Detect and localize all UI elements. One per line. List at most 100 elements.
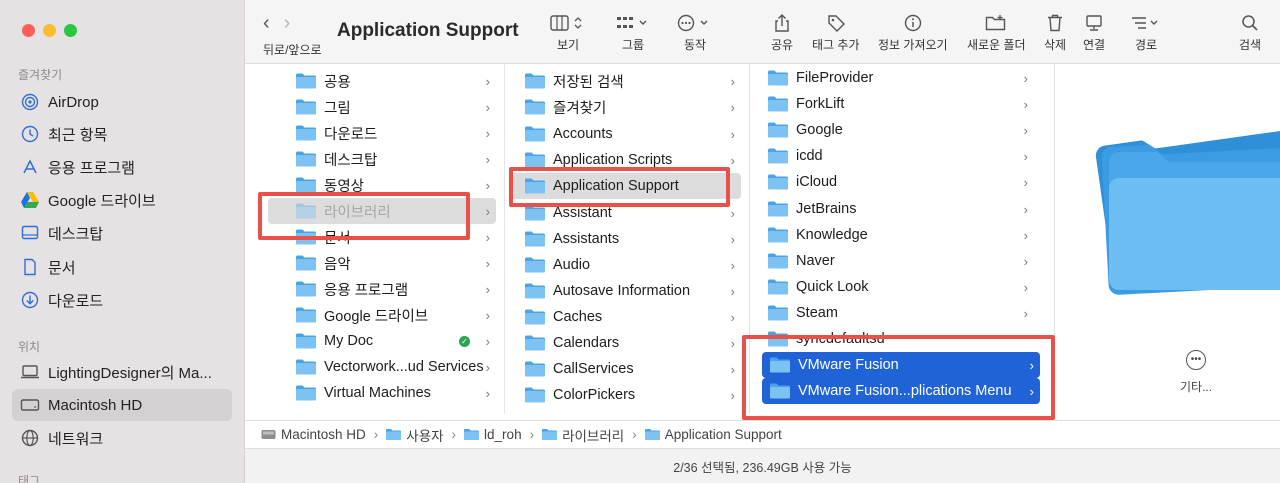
toolbar: ‹ › 뒤로/앞으로 Application Support 보기 그룹 동작 … xyxy=(245,0,1280,64)
get-info-button[interactable]: 정보 가져오기 xyxy=(878,10,948,53)
list-item[interactable]: Google › xyxy=(756,117,1046,143)
sidebar-item-google-drive[interactable]: Google 드라이브 xyxy=(12,184,232,216)
path-crumb[interactable]: › 사용자 xyxy=(366,425,444,445)
list-item[interactable]: ForkLift › xyxy=(756,91,1046,117)
folder-icon xyxy=(768,201,788,217)
connect-button[interactable]: 연결 xyxy=(1083,10,1105,53)
delete-label: 삭제 xyxy=(1044,38,1067,52)
chevron-right-icon: › xyxy=(1023,253,1028,269)
folder-icon xyxy=(525,126,545,142)
list-item[interactable]: 음악 › xyxy=(268,250,496,276)
new-folder-button[interactable]: 새로운 폴더 xyxy=(967,10,1026,53)
minimize-button[interactable] xyxy=(43,24,56,37)
sidebar-item-network[interactable]: 네트워크 xyxy=(12,422,232,454)
sidebar-item-desktop[interactable]: 데스크탑 xyxy=(12,217,232,249)
add-tag-button[interactable]: 태그 추가 xyxy=(812,10,860,53)
close-button[interactable] xyxy=(22,24,35,37)
list-item[interactable]: CallServices › xyxy=(511,356,741,382)
sidebar-item-label: 네트워크 xyxy=(48,430,104,448)
path-crumb[interactable]: Macintosh HD xyxy=(261,427,366,442)
list-item[interactable]: Quick Look › xyxy=(756,274,1046,300)
list-item[interactable]: 저장된 검색 › xyxy=(511,68,741,94)
sidebar-item-macintosh-hd[interactable]: Macintosh HD xyxy=(12,389,232,421)
path-crumb[interactable]: › ld_roh xyxy=(444,427,522,442)
list-item[interactable]: iCloud › xyxy=(756,169,1046,195)
chevron-right-icon: › xyxy=(730,152,735,168)
list-item[interactable]: 공용 › xyxy=(268,68,496,94)
folder-icon xyxy=(525,387,545,403)
list-item[interactable]: Assistants › xyxy=(511,226,741,252)
list-item[interactable]: Audio › xyxy=(511,252,741,278)
list-item[interactable]: Knowledge › xyxy=(756,222,1046,248)
sidebar-item-airdrop[interactable]: AirDrop xyxy=(12,86,232,118)
path-crumb[interactable]: › 라이브러리 xyxy=(522,425,625,445)
list-item[interactable]: 다운로드 › xyxy=(268,120,496,146)
list-item[interactable]: Virtual Machines › xyxy=(268,380,496,406)
more-button[interactable]: ••• 기타... xyxy=(1180,350,1212,395)
list-item[interactable]: Autosave Information › xyxy=(511,278,741,304)
chevron-right-icon: › xyxy=(1023,96,1028,112)
path-list-icon xyxy=(1131,10,1161,36)
folder-icon xyxy=(525,283,545,299)
chevron-right-icon: › xyxy=(730,361,735,377)
list-item[interactable]: 응용 프로그램 › xyxy=(268,276,496,302)
view-button[interactable]: 보기 xyxy=(550,10,586,53)
list-item[interactable]: Calendars › xyxy=(511,330,741,356)
list-item[interactable]: ColorPickers › xyxy=(511,382,741,408)
sidebar-item-documents[interactable]: 문서 xyxy=(12,251,232,283)
list-item[interactable]: Caches › xyxy=(511,304,741,330)
sidebar-item-label: AirDrop xyxy=(48,93,99,111)
sidebar-item-this-mac[interactable]: LightingDesigner의 Ma... xyxy=(12,356,232,388)
delete-button[interactable]: 삭제 xyxy=(1044,10,1066,53)
list-item[interactable]: Naver › xyxy=(756,248,1046,274)
list-item[interactable]: JetBrains › xyxy=(756,196,1046,222)
forward-button[interactable]: › xyxy=(284,12,291,35)
chevron-right-icon: › xyxy=(1023,122,1028,138)
sync-check-icon: ✓ xyxy=(459,335,470,347)
sidebar-item-recents[interactable]: 최근 항목 xyxy=(12,118,232,150)
list-item[interactable]: Vectorwork...ud Services › xyxy=(268,354,496,380)
folder-icon xyxy=(525,152,545,168)
sidebar-item-label: 데스크탑 xyxy=(48,225,104,243)
zoom-button[interactable] xyxy=(64,24,77,37)
folder-icon xyxy=(644,429,660,440)
chevron-right-icon: › xyxy=(485,333,490,349)
sidebar-item-label: Google 드라이브 xyxy=(48,192,156,210)
list-item[interactable]: My Doc ✓ › xyxy=(268,328,496,354)
action-button[interactable]: 동작 xyxy=(677,10,713,53)
folder-icon xyxy=(525,73,545,89)
chevron-right-icon: › xyxy=(485,385,490,401)
search-label: 검색 xyxy=(1239,38,1262,52)
folder-icon xyxy=(768,253,788,269)
sidebar-item-applications[interactable]: 응용 프로그램 xyxy=(12,151,232,183)
new-folder-label: 새로운 폴더 xyxy=(967,38,1026,52)
chevron-right-icon: › xyxy=(730,73,735,89)
chevron-right-icon: › xyxy=(529,427,535,442)
folder-icon xyxy=(542,429,558,440)
path-crumb[interactable]: › Application Support xyxy=(624,427,782,442)
list-item[interactable]: Steam › xyxy=(756,300,1046,326)
chevron-right-icon: › xyxy=(485,229,490,245)
group-button[interactable]: 그룹 xyxy=(615,10,651,53)
list-item[interactable]: Accounts › xyxy=(511,121,741,147)
list-item[interactable]: FileProvider › xyxy=(756,65,1046,91)
path-button[interactable]: 경로 xyxy=(1131,10,1161,53)
share-button[interactable]: 공유 xyxy=(771,10,793,53)
sidebar-item-label: LightingDesigner의 Ma... xyxy=(48,364,212,382)
folder-icon xyxy=(525,205,545,221)
list-item[interactable]: Google 드라이브 › xyxy=(268,302,496,328)
monitor-icon xyxy=(1085,10,1103,36)
chevron-right-icon: › xyxy=(1023,174,1028,190)
list-item[interactable]: icdd › xyxy=(756,143,1046,169)
sidebar-item-label: 응용 프로그램 xyxy=(48,159,135,177)
back-button[interactable]: ‹ xyxy=(263,12,270,35)
list-item[interactable]: 즐겨찾기 › xyxy=(511,94,741,120)
folder-icon xyxy=(525,257,545,273)
folder-icon xyxy=(768,279,788,295)
list-item[interactable]: 데스크탑 › xyxy=(268,146,496,172)
sidebar-item-downloads[interactable]: 다운로드 xyxy=(12,284,232,316)
folder-icon xyxy=(768,96,788,112)
list-item[interactable]: 그림 › xyxy=(268,94,496,120)
search-icon xyxy=(1241,10,1259,36)
search-button[interactable]: 검색 xyxy=(1239,10,1261,53)
